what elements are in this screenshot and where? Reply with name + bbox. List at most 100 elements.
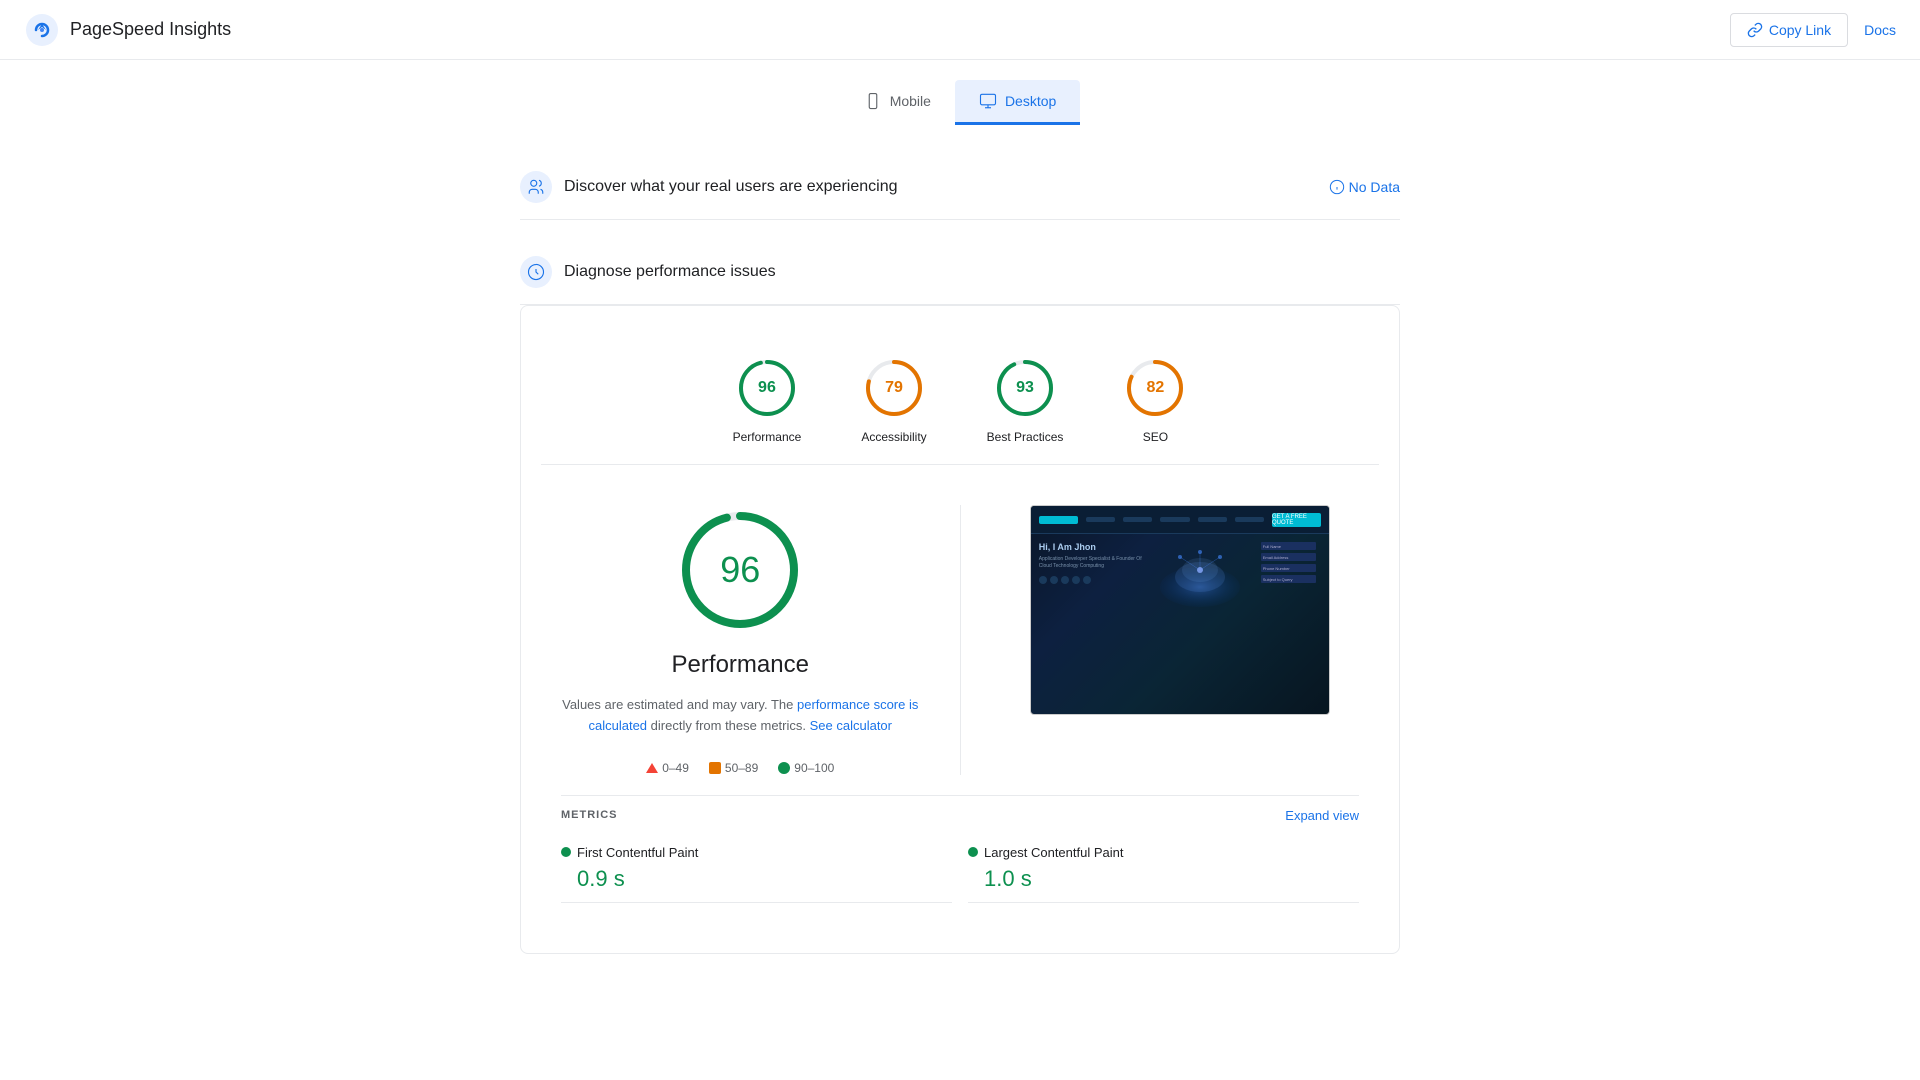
metric-fcp: First Contentful Paint 0.9 s: [561, 845, 952, 903]
best-practices-score-value: 93: [1016, 379, 1034, 397]
perf-desc-before: Values are estimated and may vary. The: [562, 697, 793, 712]
screenshot-nav-item: [1160, 517, 1189, 522]
big-performance-circle: 96: [675, 505, 805, 635]
seo-score-value: 82: [1146, 379, 1164, 397]
score-item-best-practices[interactable]: 93 Best Practices: [987, 356, 1064, 444]
performance-score-value: 96: [758, 379, 776, 397]
seo-score-label: SEO: [1143, 430, 1168, 444]
real-users-header: Discover what your real users are experi…: [520, 155, 1400, 220]
performance-right: GET A FREE QUOTE Hi, I Am Jhon Applicati…: [1001, 505, 1360, 715]
metric-fcp-dot: [561, 847, 571, 857]
tab-mobile-label: Mobile: [890, 93, 931, 109]
screenshot-nav-item: [1123, 517, 1152, 522]
tab-desktop[interactable]: Desktop: [955, 80, 1080, 125]
legend-fail: 0–49: [646, 761, 689, 775]
perf-calculator-link[interactable]: See calculator: [810, 718, 892, 733]
screenshot-social-icon: [1072, 576, 1080, 584]
score-item-performance[interactable]: 96 Performance: [733, 356, 802, 444]
real-users-title: Discover what your real users are experi…: [564, 178, 1317, 196]
copy-link-button[interactable]: Copy Link: [1730, 13, 1848, 47]
diagnose-header: Diagnose performance issues: [520, 240, 1400, 305]
screenshot-left-content: Hi, I Am Jhon Application Developer Spec…: [1039, 542, 1150, 615]
screenshot-form-field: Phone Number: [1261, 564, 1316, 572]
header: PageSpeed Insights Copy Link Docs: [0, 0, 1920, 60]
screenshot-nav-item: [1198, 517, 1227, 522]
screenshot-nav-item: [1235, 517, 1264, 522]
screenshot-social: [1039, 576, 1150, 584]
screenshot-form: Full Name Email Address Phone Number Sub…: [1261, 542, 1321, 615]
speedometer-icon: [527, 263, 545, 281]
screenshot-body: Hi, I Am Jhon Application Developer Spec…: [1031, 534, 1329, 623]
section-divider: [960, 505, 961, 775]
main-content: Mobile Desktop Discover what your real u…: [510, 60, 1410, 994]
screenshot-form-field: Subject to Query: [1261, 575, 1316, 583]
metric-fcp-text: First Contentful Paint: [577, 845, 698, 860]
accessibility-score-label: Accessibility: [861, 430, 926, 444]
metrics-header: METRICS Expand view: [561, 795, 1359, 835]
performance-score-label: Performance: [733, 430, 802, 444]
performance-detail: 96 Performance Values are estimated and …: [541, 465, 1379, 795]
screenshot-cloud-area: [1150, 542, 1261, 615]
metrics-grid: First Contentful Paint 0.9 s Largest Con…: [561, 835, 1359, 903]
accessibility-circle: 79: [862, 356, 926, 420]
app-title: PageSpeed Insights: [70, 19, 231, 40]
legend-warn-range: 50–89: [725, 761, 758, 775]
link-icon: [1747, 22, 1763, 38]
screenshot-social-icon: [1061, 576, 1069, 584]
screenshot-subtext: Application Developer Specialist & Found…: [1039, 556, 1150, 570]
metric-lcp-text: Largest Contentful Paint: [984, 845, 1123, 860]
expand-view-button[interactable]: Expand view: [1285, 808, 1359, 823]
screenshot-social-icon: [1050, 576, 1058, 584]
metric-lcp-dot: [968, 847, 978, 857]
score-item-seo[interactable]: 82 SEO: [1123, 356, 1187, 444]
screenshot-nav-item: [1086, 517, 1115, 522]
header-right: Copy Link Docs: [1730, 13, 1896, 47]
desktop-icon: [979, 92, 997, 110]
users-icon: [527, 178, 545, 196]
legend-pass: 90–100: [778, 761, 834, 775]
no-data-button[interactable]: No Data: [1329, 179, 1400, 195]
performance-left: 96 Performance Values are estimated and …: [561, 505, 920, 775]
screenshot-nav-highlight: [1039, 516, 1078, 524]
diagnose-section: Diagnose performance issues 96 Performan…: [510, 240, 1410, 954]
big-performance-score: 96: [720, 549, 760, 591]
screenshot-form-field: Full Name: [1261, 542, 1316, 550]
docs-link[interactable]: Docs: [1864, 22, 1896, 38]
accessibility-score-value: 79: [885, 379, 903, 397]
metric-lcp-value: 1.0 s: [984, 866, 1359, 892]
screenshot-cloud-svg: [1150, 542, 1250, 612]
screenshot-social-icon: [1039, 576, 1047, 584]
score-item-accessibility[interactable]: 79 Accessibility: [861, 356, 926, 444]
screenshot-bar: GET A FREE QUOTE: [1031, 506, 1329, 534]
performance-circle: 96: [735, 356, 799, 420]
metrics-title: METRICS: [561, 809, 618, 821]
screenshot-preview: GET A FREE QUOTE Hi, I Am Jhon Applicati…: [1030, 505, 1330, 715]
metric-fcp-value: 0.9 s: [577, 866, 952, 892]
legend-pass-range: 90–100: [794, 761, 834, 775]
metric-lcp: Largest Contentful Paint 1.0 s: [968, 845, 1359, 903]
diagnose-icon: [520, 256, 552, 288]
screenshot-social-icon: [1083, 576, 1091, 584]
screenshot-form-field: Email Address: [1261, 553, 1316, 561]
real-users-section: Discover what your real users are experi…: [510, 155, 1410, 220]
seo-circle: 82: [1123, 356, 1187, 420]
metric-lcp-label: Largest Contentful Paint: [968, 845, 1359, 860]
perf-desc-middle: directly from these metrics.: [651, 718, 810, 733]
diagnose-title: Diagnose performance issues: [564, 263, 1400, 281]
tabs-bar: Mobile Desktop: [510, 80, 1410, 125]
screenshot-heading: Hi, I Am Jhon: [1039, 542, 1150, 552]
scores-row: 96 Performance 79 Accessibility: [541, 336, 1379, 465]
header-left: PageSpeed Insights: [24, 12, 231, 48]
legend-pass-icon: [778, 762, 790, 774]
legend-warn: 50–89: [709, 761, 758, 775]
best-practices-score-label: Best Practices: [987, 430, 1064, 444]
legend-fail-range: 0–49: [662, 761, 689, 775]
score-legend: 0–49 50–89 90–100: [646, 761, 834, 775]
legend-warn-icon: [709, 762, 721, 774]
score-card: 96 Performance 79 Accessibility: [520, 305, 1400, 954]
pagespeed-logo: [24, 12, 60, 48]
performance-detail-title: Performance: [672, 651, 809, 679]
metric-fcp-label: First Contentful Paint: [561, 845, 952, 860]
tab-mobile[interactable]: Mobile: [840, 80, 955, 125]
mobile-icon: [864, 92, 882, 110]
